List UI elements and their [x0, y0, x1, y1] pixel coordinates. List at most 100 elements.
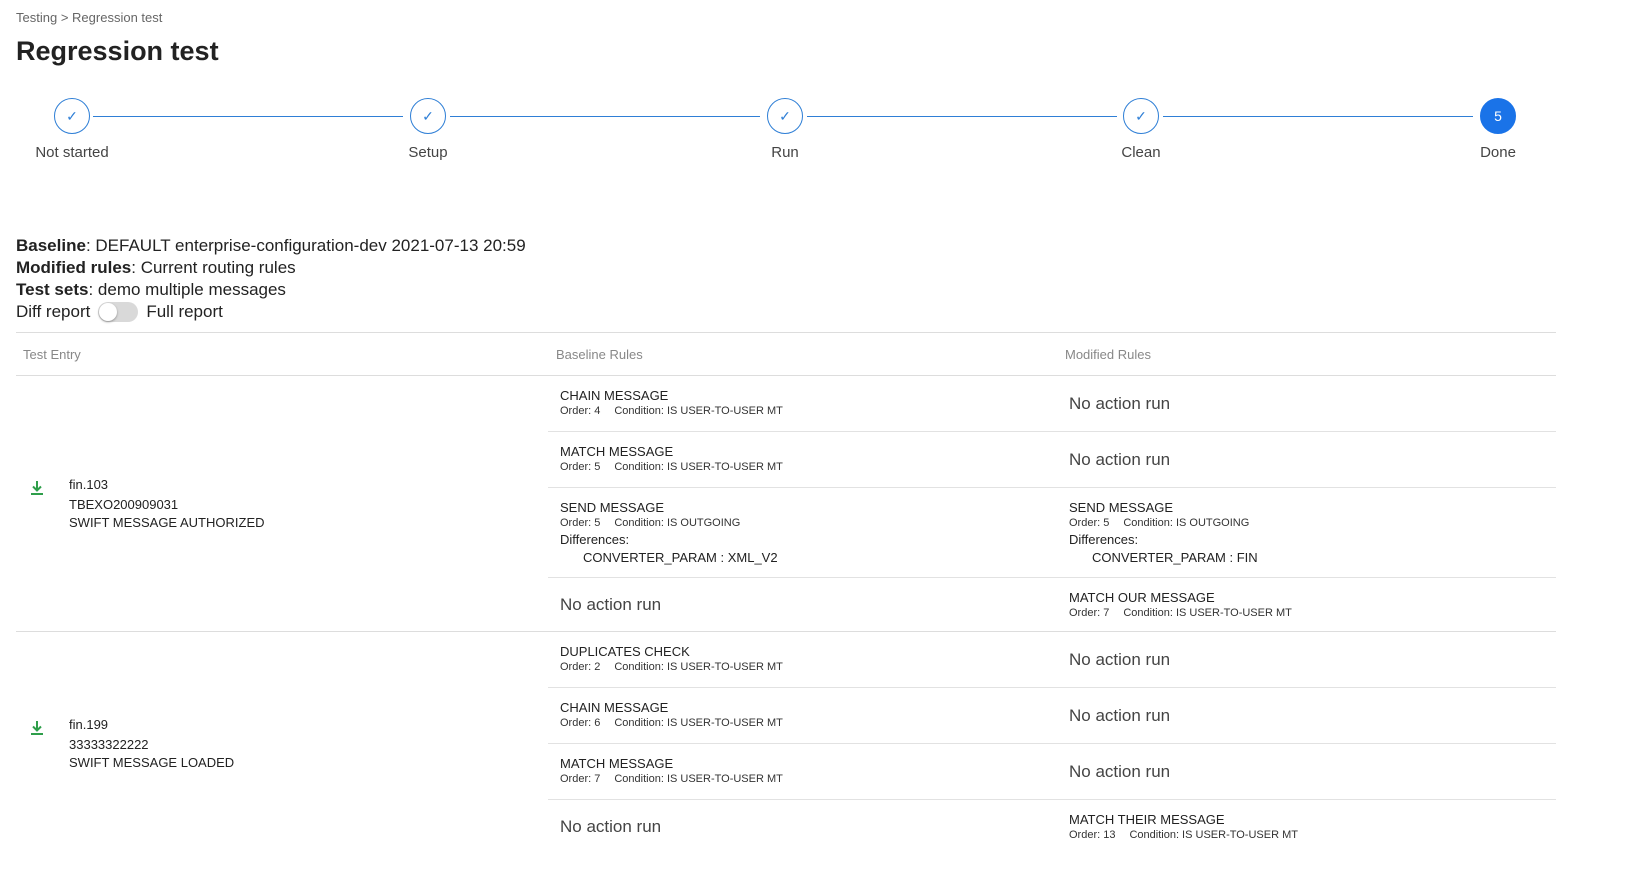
modified-rule: MATCH OUR MESSAGE Order: 7 Condition: IS …	[1069, 578, 1559, 632]
baseline-rule: SEND MESSAGE Order: 5 Condition: IS OUTGO…	[560, 488, 1050, 577]
entry-details: fin.199 33333322222 SWIFT MESSAGE LOADED	[69, 716, 234, 772]
modified-rules-value: Current routing rules	[140, 258, 296, 277]
difference-value: CONVERTER_PARAM : XML_V2	[583, 550, 778, 565]
rule-order: Order: 6	[560, 717, 601, 729]
results-table: Test Entry Baseline Rules Modified Rules…	[16, 332, 1556, 854]
rule-order: Order: 5	[560, 517, 601, 529]
download-icon[interactable]	[30, 720, 44, 736]
entry-status: SWIFT MESSAGE AUTHORIZED	[69, 515, 265, 530]
modified-rules-label: Modified rules	[16, 258, 132, 277]
entry-details: fin.103 TBEXO200909031 SWIFT MESSAGE AUT…	[69, 476, 265, 532]
baseline-value: DEFAULT enterprise-configuration-dev 202…	[95, 236, 526, 255]
rule-row: No action run MATCH OUR MESSAGE Order: 7…	[548, 578, 1556, 632]
header-modified-rules: Modified Rules	[1065, 347, 1151, 362]
rule-order: Order: 5	[560, 461, 601, 473]
check-icon: ✓	[54, 98, 90, 134]
check-icon: ✓	[410, 98, 446, 134]
modified-rule: No action run	[1069, 376, 1559, 431]
test-entry-row: fin.103 TBEXO200909031 SWIFT MESSAGE AUT…	[16, 376, 1556, 632]
step-done: 5 Done	[1438, 98, 1558, 161]
test-sets-label: Test sets	[16, 280, 89, 299]
rule-meta: Order: 7 Condition: IS USER-TO-USER MT	[1069, 607, 1559, 619]
difference-value: CONVERTER_PARAM : FIN	[1092, 550, 1258, 565]
rule-condition: Condition: IS USER-TO-USER MT	[614, 461, 783, 473]
rule-condition: Condition: IS USER-TO-USER MT	[614, 717, 783, 729]
entry-reference: 33333322222	[69, 737, 149, 752]
download-icon[interactable]	[30, 480, 44, 496]
rule-name: SEND MESSAGE	[560, 500, 665, 515]
step-connector	[450, 116, 760, 117]
baseline-rule: DUPLICATES CHECK Order: 2 Condition: IS U…	[560, 632, 1050, 687]
breadcrumb: Testing > Regression test	[16, 10, 162, 25]
rule-condition: Condition: IS USER-TO-USER MT	[614, 661, 783, 673]
rule-name: CHAIN MESSAGE	[560, 388, 669, 403]
step-connector	[1163, 116, 1473, 117]
report-toggle-row: Diff report Full report	[16, 301, 526, 323]
step-setup: ✓ Setup	[368, 98, 488, 161]
modified-rule: MATCH THEIR MESSAGE Order: 13 Condition: …	[1069, 800, 1559, 854]
rule-name: MATCH MESSAGE	[560, 756, 674, 771]
rule-name: MATCH MESSAGE	[560, 444, 674, 459]
step-label: Run	[771, 144, 799, 161]
rule-order: Order: 13	[1069, 829, 1116, 841]
rule-rows: DUPLICATES CHECK Order: 2 Condition: IS U…	[548, 632, 1556, 854]
toggle-knob	[99, 303, 118, 321]
rule-meta: Order: 5 Condition: IS OUTGOING	[560, 517, 1050, 529]
rule-row: MATCH MESSAGE Order: 7 Condition: IS USER…	[548, 744, 1556, 800]
modified-rules-line: Modified rules: Current routing rules	[16, 258, 296, 277]
baseline-rule: MATCH MESSAGE Order: 7 Condition: IS USER…	[560, 744, 1050, 799]
rule-meta: Order: 5 Condition: IS USER-TO-USER MT	[560, 461, 1050, 473]
rule-condition: Condition: IS OUTGOING	[1123, 517, 1250, 529]
rule-order: Order: 4	[560, 405, 601, 417]
rule-row: CHAIN MESSAGE Order: 6 Condition: IS USER…	[548, 688, 1556, 744]
test-summary: Baseline: DEFAULT enterprise-configurati…	[16, 235, 526, 323]
baseline-rule: No action run	[560, 578, 1050, 632]
full-report-label: Full report	[146, 302, 223, 321]
baseline-rule: MATCH MESSAGE Order: 5 Condition: IS USER…	[560, 432, 1050, 487]
rule-condition: Condition: IS OUTGOING	[614, 517, 741, 529]
rule-rows: CHAIN MESSAGE Order: 4 Condition: IS USER…	[548, 376, 1556, 632]
report-mode-toggle[interactable]	[98, 302, 139, 322]
step-connector	[93, 116, 403, 117]
rule-row: CHAIN MESSAGE Order: 4 Condition: IS USER…	[548, 376, 1556, 432]
baseline-rule: No action run	[560, 800, 1050, 854]
baseline-rule: CHAIN MESSAGE Order: 4 Condition: IS USER…	[560, 376, 1050, 431]
no-action-text: No action run	[1069, 393, 1171, 413]
baseline-rule: CHAIN MESSAGE Order: 6 Condition: IS USER…	[560, 688, 1050, 743]
no-action-text: No action run	[1069, 649, 1171, 669]
step-run: ✓ Run	[725, 98, 845, 161]
entry-name: fin.199	[69, 717, 109, 732]
baseline-label: Baseline	[16, 236, 86, 255]
modified-rule: SEND MESSAGE Order: 5 Condition: IS OUTGO…	[1069, 488, 1559, 577]
no-action-text: No action run	[560, 595, 662, 614]
step-clean: ✓ Clean	[1081, 98, 1201, 161]
step-connector	[807, 116, 1117, 117]
step-label: Done	[1480, 144, 1516, 161]
rule-order: Order: 5	[1069, 517, 1110, 529]
no-action-text: No action run	[560, 817, 662, 836]
rule-row: MATCH MESSAGE Order: 5 Condition: IS USER…	[548, 432, 1556, 488]
breadcrumb-testing-link[interactable]: Testing	[16, 10, 57, 25]
modified-rule: No action run	[1069, 632, 1559, 687]
header-baseline-rules: Baseline Rules	[556, 347, 643, 362]
rule-meta: Order: 7 Condition: IS USER-TO-USER MT	[560, 773, 1050, 785]
modified-rule: No action run	[1069, 688, 1559, 743]
check-icon: ✓	[767, 98, 803, 134]
progress-stepper: ✓ Not started ✓ Setup ✓ Run ✓ Clean 5 Do…	[0, 92, 1635, 172]
diff-report-label: Diff report	[16, 302, 91, 321]
breadcrumb-separator: >	[60, 10, 69, 25]
step-label: Setup	[408, 144, 448, 161]
differences-label: Differences:	[1069, 532, 1139, 547]
rule-row: No action run MATCH THEIR MESSAGE Order:…	[548, 800, 1556, 854]
rule-condition: Condition: IS USER-TO-USER MT	[1129, 829, 1298, 841]
no-action-text: No action run	[1069, 761, 1171, 781]
test-sets-value: demo multiple messages	[97, 280, 286, 299]
rule-meta: Order: 2 Condition: IS USER-TO-USER MT	[560, 661, 1050, 673]
step-label: Not started	[35, 144, 109, 161]
rule-name: DUPLICATES CHECK	[560, 644, 690, 659]
entry-reference: TBEXO200909031	[69, 497, 179, 512]
rule-meta: Order: 5 Condition: IS OUTGOING	[1069, 517, 1559, 529]
test-entry-row: fin.199 33333322222 SWIFT MESSAGE LOADED…	[16, 632, 1556, 854]
step-number-badge: 5	[1480, 98, 1516, 134]
rule-name: SEND MESSAGE	[1069, 500, 1174, 515]
